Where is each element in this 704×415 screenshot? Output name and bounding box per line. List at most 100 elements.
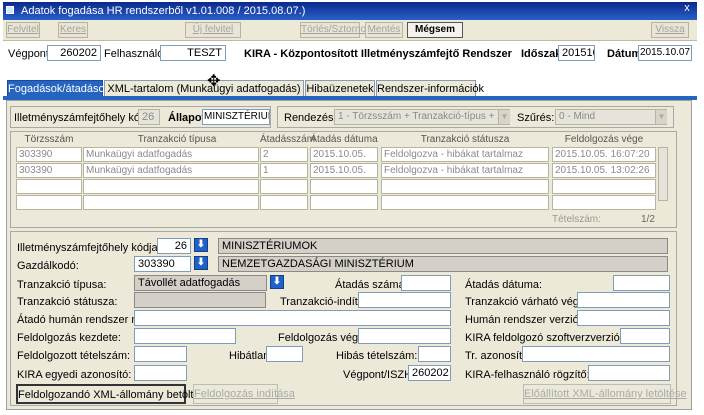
mentes-button[interactable]: Mentés [365,22,403,38]
cell-empty[interactable] [83,195,259,210]
szures-select[interactable]: 0 - Mind [555,109,667,125]
feldolgozott-field[interactable] [134,346,187,362]
hibatlan-field[interactable] [266,346,303,362]
cell-empty[interactable] [260,179,308,194]
tetelszam-label: Tételszám: [552,214,601,225]
col-header-tipus: Tranzakció típusa [137,134,217,145]
gazdalkodo-lookup-icon[interactable]: ⬇ [194,256,208,270]
feldolg-vege-field[interactable] [358,328,451,344]
atadas-szama-label: Átadás száma: [335,279,408,291]
window-title-bar: Adatok fogadása HR rendszerből v1.01.008… [3,2,697,20]
tranz-tipusa-lookup-icon[interactable]: ⬇ [270,275,284,289]
detail-kod-label: Illetményszámfejtőhely kódja: [17,242,161,254]
vegpont-field[interactable]: 260202 [47,45,101,61]
szures-label: Szűrés: [517,112,555,124]
filter-kod-label: Illetményszámfejtőhely kódja: [14,112,158,124]
uj-felvitel-button[interactable]: Új felvitel [185,22,241,38]
tr-azonosito-field[interactable] [522,346,670,362]
cell-empty[interactable] [260,195,308,210]
cell-torzsszam[interactable]: 303390 [16,147,82,162]
cell-datum[interactable]: 2015.10.05. [310,147,378,162]
human-verzio-field[interactable] [577,310,670,326]
felhasznalo-label: Felhasználó: [104,48,167,60]
atadas-szama-field[interactable] [401,275,451,291]
close-icon[interactable]: x [680,2,694,15]
cell-empty[interactable] [552,179,656,194]
xml-letoltes-button[interactable]: Előállított XML-állomány letöltése [523,384,687,404]
cell-atadasszam[interactable]: 1 [260,163,308,178]
xml-betoltes-button[interactable]: Feldolgozandó XML-állomány betöltése [16,384,211,404]
table-scrollbar[interactable] [658,147,668,201]
cell-empty[interactable] [16,179,82,194]
keres-button[interactable]: Keres [58,22,88,38]
cell-tipus[interactable]: Munkaügyi adatfogadás [83,147,259,162]
rendezes-select[interactable]: 1 - Törzsszám + Tranzakció-típus + Á... [334,109,510,125]
col-header-statusz: Tranzakció státusza [420,134,510,145]
filter-allapot-field[interactable]: MINISZTÉRIUM [202,109,270,125]
hibas-field[interactable] [418,346,451,362]
vissza-button[interactable]: Vissza [651,22,689,38]
gazdalkodo-field[interactable]: 303390 [134,256,191,272]
gazdalkodo-name: NEMZETGAZDASÁGI MINISZTÉRIUM [218,256,668,272]
tab-fogadasok[interactable]: Fogadások/átadások [7,80,110,97]
tranz-tipusa-label: Tranzakció típusa: [17,279,107,291]
vegpont-iszh-label: Végpont/ISZH: [343,369,416,381]
szures-dropdown-icon[interactable]: ▼ [655,110,667,124]
move-cursor-icon: ✥ [207,73,221,90]
cell-vege[interactable]: 2015.10.05. 16:07:20 [552,147,656,162]
system-title: KIRA - Központosított Illetményszámfejtő… [244,48,512,60]
cell-vege[interactable]: 2015.10.05. 13:02:26 [552,163,656,178]
feldolg-kezdete-label: Feldolgozás kezdete: [17,332,121,344]
tranz-tipusa-field[interactable]: Távollét adatfogadás [134,275,267,291]
atado-human-field[interactable] [134,310,451,326]
tranz-inditas-field[interactable] [358,292,451,308]
col-header-atadasszam: Átadásszám [260,134,316,145]
cell-tipus[interactable]: Munkaügyi adatfogadás [83,163,259,178]
tranz-varhato-field[interactable] [577,292,670,308]
cell-statusz[interactable]: Feldolgozva - hibákat tartalmaz [381,163,549,178]
feldolgozas-inditasa-button[interactable]: Feldolgozás indítása [193,384,295,404]
kod-lookup-icon[interactable]: ⬇ [194,238,208,252]
datum-field[interactable]: 2015.10.07. [638,45,692,61]
felvitel-button[interactable]: Felvitel [6,22,40,38]
detail-kod-field[interactable]: 26 [157,238,191,254]
filter-kod-field[interactable]: 26 [138,109,160,125]
atadas-datuma-field[interactable] [613,275,670,291]
cell-empty[interactable] [381,179,549,194]
detail-kod-name: MINISZTÉRIUMOK [218,238,668,254]
window-title: Adatok fogadása HR rendszerből v1.01.008… [21,5,306,17]
kira-egyedi-label: KIRA egyedi azonosító: [17,369,132,381]
tab-rendszer-informaciok[interactable]: Rendszer-információk [376,80,484,97]
cell-empty[interactable] [381,195,549,210]
col-header-datum: Átadás dátuma [310,134,378,145]
cell-torzsszam[interactable]: 303390 [16,163,82,178]
megsem-button[interactable]: Mégsem [407,22,463,38]
cell-empty[interactable] [83,179,259,194]
cell-datum[interactable]: 2015.10.05. [310,163,378,178]
gazdalkodo-label: Gazdálkodó: [17,260,79,272]
tranz-statusza-field[interactable] [134,292,266,308]
cell-empty[interactable] [310,195,378,210]
cell-empty[interactable] [16,195,82,210]
cell-empty[interactable] [552,195,656,210]
tab-hibauzenetek[interactable]: Hibaüzenetek [305,80,375,97]
tetelszam-value: 1/2 [641,214,655,225]
vegpont-iszh-field[interactable]: 260202 [408,365,451,381]
kira-szoftver-field[interactable] [620,328,670,344]
torles-sztorno-button[interactable]: Törlés/Sztorno [300,22,366,38]
rendezes-dropdown-icon[interactable]: ▼ [498,110,510,124]
tab-xml-tartalom[interactable]: XML-tartalom (Munkaügyi adatfogadás) [104,80,304,97]
rendezes-label: Rendezés: [284,112,337,124]
idoszak-field[interactable]: 201510 [558,45,595,61]
cell-empty[interactable] [310,179,378,194]
feldolgozott-label: Feldolgozott tételszám: [17,350,131,362]
tranz-varhato-label: Tranzakció várható vége: [465,296,589,308]
cell-statusz[interactable]: Feldolgozva - hibákat tartalmaz [381,147,549,162]
kira-egyedi-field[interactable] [134,365,187,381]
kira-rogzito-field[interactable] [588,365,670,381]
feldolg-kezdete-field[interactable] [134,328,236,344]
felhasznalo-field[interactable]: TESZT [160,45,226,61]
cell-atadasszam[interactable]: 2 [260,147,308,162]
vegpont-label: Végpont: [8,48,53,60]
feldolg-vege-label: Feldolgozás vége: [278,332,368,344]
